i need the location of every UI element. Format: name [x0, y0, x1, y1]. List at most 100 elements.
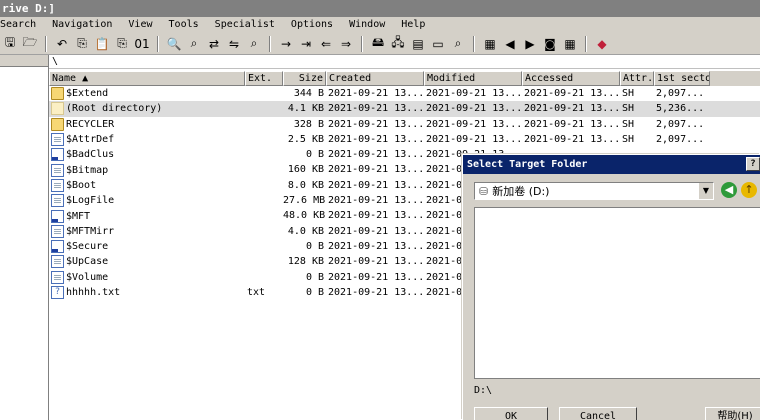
gem-icon[interactable]: ◆ — [593, 35, 611, 53]
find-next-icon[interactable]: ⌕ — [245, 35, 263, 53]
left-pane[interactable] — [0, 55, 49, 420]
menu-tools[interactable]: Tools — [169, 17, 199, 33]
back-icon[interactable]: ◀ — [721, 182, 737, 198]
file-attr-cell: SH — [622, 88, 635, 99]
file-size-cell: 344 B — [293, 88, 324, 99]
file-sector-cell: 2,097... — [656, 133, 705, 145]
calculator-icon[interactable]: ▦ — [481, 35, 499, 53]
toolbar-separator — [361, 35, 363, 52]
ram-icon[interactable]: ▤ — [409, 35, 427, 53]
file-created-cell: 2021-09-21 13... — [328, 286, 424, 298]
disk-icon[interactable]: 🖴 — [369, 35, 387, 53]
folder-list[interactable] — [474, 207, 760, 379]
chevron-down-icon[interactable]: ▼ — [698, 183, 713, 199]
file-size-cell: 2.5 KB — [287, 133, 324, 145]
file-ext-cell — [245, 132, 283, 147]
unknown-file-icon: ? — [51, 286, 64, 299]
file-created-cell: 2021-09-21 13... — [328, 271, 424, 283]
file-name-cell: $AttrDef — [49, 132, 245, 147]
monitor-icon[interactable]: ▭ — [429, 35, 447, 53]
column-modified[interactable]: Modified — [424, 71, 522, 86]
back-arrow-icon[interactable]: ⇐ — [317, 35, 335, 53]
file-created-cell: 2021-09-21 13... — [328, 256, 424, 268]
network-icon[interactable]: 🖧 — [389, 35, 407, 53]
file-accessed-cell: 2021-09-21 13... — [524, 118, 620, 130]
file-accessed-cell: 2021-09-21 13... — [524, 88, 620, 99]
file-name: $LogFile — [66, 195, 115, 207]
next-icon[interactable]: ▶ — [521, 35, 539, 53]
paste-icon[interactable]: 📋 — [93, 35, 111, 53]
search-icon[interactable]: ⌕ — [449, 35, 467, 53]
copy-block-icon[interactable]: ⎘ — [113, 35, 131, 53]
menu-view[interactable]: View — [128, 17, 152, 33]
table-row[interactable]: $Extend 344 B 2021-09-21 13... 2021-09-21 1… — [49, 86, 760, 101]
column-sector[interactable]: 1st sector — [654, 71, 710, 86]
open-folder-icon[interactable]: 🗁 — [21, 35, 39, 53]
table-row[interactable]: $AttrDef 2.5 KB 2021-09-21 13... 2021-09-21… — [49, 132, 760, 147]
drive-select[interactable]: ⛁ 新加卷 (D:) ▼ — [474, 182, 714, 200]
drive-icon: ⛁ — [479, 184, 489, 198]
copy-icon[interactable]: ⎘ — [73, 35, 91, 53]
file-name: $Boot — [66, 179, 97, 191]
menu-search[interactable]: Search — [0, 17, 36, 33]
file-name-cell: (Root directory) — [49, 101, 245, 116]
file-name-cell: $Volume — [49, 270, 245, 285]
folder-icon — [51, 87, 64, 101]
forward-arrow-icon[interactable]: ⇒ — [337, 35, 355, 53]
file-icon — [51, 148, 64, 162]
file-attr-cell: SH — [622, 133, 635, 145]
find-hex-icon[interactable]: ⌕ — [185, 35, 203, 53]
grid-icon[interactable]: ▦ — [561, 35, 579, 53]
file-size-cell: 0 B — [305, 286, 324, 298]
binary-icon[interactable]: 01 — [133, 35, 151, 53]
file-sector-cell: 2,097... — [656, 118, 705, 130]
column-accessed[interactable]: Accessed — [522, 71, 620, 86]
find-icon[interactable]: 🔍 — [165, 35, 183, 53]
save-icon[interactable]: 🖫 — [1, 35, 19, 53]
dialog-title: Select Target Folder ? — [463, 155, 760, 174]
undo-icon[interactable]: ↶ — [53, 35, 71, 53]
help-icon[interactable]: ? — [746, 157, 760, 171]
toolbar-separator — [269, 35, 271, 52]
replace-icon[interactable]: ⇄ — [205, 35, 223, 53]
file-name-cell: $Boot — [49, 178, 245, 193]
file-ext-cell — [245, 239, 283, 254]
menu-options[interactable]: Options — [291, 17, 333, 33]
column-ext[interactable]: Ext. — [245, 71, 283, 86]
replace-hex-icon[interactable]: ⇋ — [225, 35, 243, 53]
file-size-cell: 4.0 KB — [287, 225, 324, 237]
file-created-cell: 2021-09-21 13... — [328, 210, 424, 222]
file-size-cell: 0 B — [305, 271, 324, 283]
table-header: Name ▲ Ext. Size Created Modified Access… — [49, 71, 760, 86]
camera-icon[interactable]: ◙ — [541, 35, 559, 53]
column-name[interactable]: Name ▲ — [49, 71, 245, 86]
file-name-cell: ? hhhhh.txt — [49, 285, 245, 300]
column-size[interactable]: Size — [283, 71, 326, 86]
help-button[interactable]: 帮助(H) — [705, 407, 760, 420]
column-created[interactable]: Created — [326, 71, 424, 86]
drive-select-value: 新加卷 (D:) — [492, 185, 550, 198]
menu-help[interactable]: Help — [401, 17, 425, 33]
goto-icon[interactable]: → — [277, 35, 295, 53]
file-sector-cell: 2,097... — [656, 88, 705, 99]
up-folder-icon[interactable]: ↑ — [741, 182, 757, 198]
cancel-button[interactable]: Cancel — [559, 407, 637, 420]
ok-button[interactable]: OK — [474, 407, 548, 420]
prev-icon[interactable]: ◀ — [501, 35, 519, 53]
menu-specialist[interactable]: Specialist — [215, 17, 275, 33]
table-row[interactable]: RECYCLER 328 B 2021-09-21 13... 2021-09-21 … — [49, 117, 760, 132]
file-name: $Volume — [66, 271, 109, 283]
goto-offset-icon[interactable]: ⇥ — [297, 35, 315, 53]
file-icon — [51, 133, 64, 147]
menu-navigation[interactable]: Navigation — [52, 17, 112, 33]
file-ext-cell — [245, 162, 283, 177]
column-attr[interactable]: Attr. — [620, 71, 654, 86]
file-ext-cell: txt — [247, 286, 266, 298]
file-name: $Extend — [66, 88, 109, 100]
file-ext-cell — [245, 147, 283, 162]
menu-window[interactable]: Window — [349, 17, 385, 33]
file-created-cell: 2021-09-21 13... — [328, 225, 424, 237]
file-name: (Root directory) — [66, 103, 163, 115]
table-row[interactable]: (Root directory) 4.1 KB 2021-09-21 13... 20… — [49, 101, 760, 117]
file-accessed-cell: 2021-09-21 13... — [524, 133, 620, 145]
